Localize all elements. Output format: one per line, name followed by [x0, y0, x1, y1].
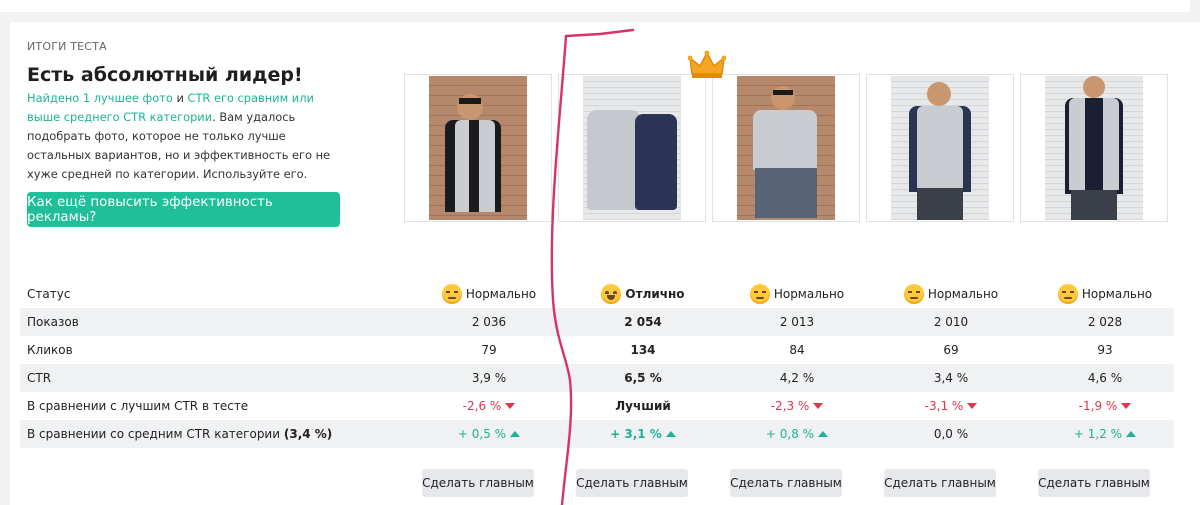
label-views: Показов: [27, 315, 79, 329]
status-cell: Отлично: [568, 284, 718, 304]
label-status: Статус: [27, 287, 71, 301]
vs-category-cell: 0,0 %: [933, 427, 969, 441]
photo-1-image: [429, 76, 527, 220]
triangle-up-icon: [510, 431, 521, 437]
photo-3-image: [737, 76, 835, 220]
neutral-face-icon: [903, 284, 924, 304]
status-cell: Нормально: [876, 284, 1026, 304]
triangle-up-icon: [665, 431, 676, 437]
triangle-down-icon: [967, 403, 978, 409]
row-status: Статус Нормально Отлично Нормально Норма…: [20, 280, 1174, 308]
top-bar: [0, 0, 1190, 12]
grinning-face-icon: [601, 284, 622, 304]
ctr-cell: 3,4 %: [933, 371, 969, 385]
photo-5-image: [1045, 76, 1143, 220]
row-clicks: Кликов 79 134 84 69 93: [20, 336, 1174, 364]
clicks-cell: 93: [1097, 343, 1113, 357]
test-results-card: ИТОГИ ТЕСТА Есть абсолютный лидер! Найде…: [10, 22, 1200, 505]
improve-ads-button[interactable]: Как ещё повысить эффективность рекламы?: [27, 192, 340, 227]
vs-category-cell: + 0,5 %: [414, 427, 564, 441]
status-cell: Нормально: [722, 284, 872, 304]
row-vs-category: В сравнении со средним CTR категории (3,…: [20, 420, 1174, 448]
neutral-face-icon: [1057, 284, 1078, 304]
section-headline: Есть абсолютный лидер!: [27, 64, 303, 86]
row-views: Показов 2 036 2 054 2 013 2 010 2 028: [20, 308, 1174, 336]
neutral-face-icon: [749, 284, 770, 304]
ctr-cell: 3,9 %: [471, 371, 507, 385]
clicks-cell: 69: [943, 343, 959, 357]
row-ctr: CTR 3,9 % 6,5 % 4,2 % 3,4 % 4,6 %: [20, 364, 1174, 392]
ctr-cell: 4,6 %: [1087, 371, 1123, 385]
make-main-button[interactable]: Сделать главным: [422, 469, 534, 497]
label-vs-best: В сравнении с лучшим CTR в тесте: [27, 399, 249, 413]
clicks-cell: 134: [630, 343, 656, 357]
neutral-face-icon: [441, 284, 462, 304]
views-cell: 2 036: [471, 315, 507, 329]
views-cell: 2 013: [779, 315, 815, 329]
vs-category-cell: + 1,2 %: [1030, 427, 1180, 441]
triangle-up-icon: [818, 431, 829, 437]
photo-5[interactable]: [1020, 74, 1168, 222]
category-ctr-value: (3,4 %): [283, 427, 333, 441]
label-clicks: Кликов: [27, 343, 73, 357]
section-eyebrow: ИТОГИ ТЕСТА: [27, 40, 107, 53]
label-ctr: CTR: [27, 371, 52, 385]
vs-best-cell: -2,3 %: [722, 399, 872, 413]
vs-best-cell: -2,6 %: [414, 399, 564, 413]
views-cell: 2 028: [1087, 315, 1123, 329]
ctr-cell: 4,2 %: [779, 371, 815, 385]
photo-2[interactable]: [558, 74, 706, 222]
make-main-button[interactable]: Сделать главным: [884, 469, 996, 497]
photo-3[interactable]: [712, 74, 860, 222]
vs-best-cell: -3,1 %: [876, 399, 1026, 413]
make-main-button[interactable]: Сделать главным: [1038, 469, 1150, 497]
status-cell: Нормально: [414, 284, 564, 304]
row-vs-best: В сравнении с лучшим CTR в тесте -2,6 % …: [20, 392, 1174, 420]
triangle-down-icon: [1121, 403, 1132, 409]
desc-and: и: [172, 91, 188, 105]
vs-category-cell: + 3,1 %: [568, 427, 718, 441]
photo-2-image: [583, 76, 681, 220]
photo-4[interactable]: [866, 74, 1014, 222]
crown-icon: [688, 50, 726, 78]
vs-best-cell: -1,9 %: [1030, 399, 1180, 413]
photo-4-image: [891, 76, 989, 220]
views-cell: 2 054: [624, 315, 662, 329]
ctr-cell: 6,5 %: [624, 371, 662, 385]
vs-best-cell: Лучший: [615, 399, 671, 413]
status-cell: Нормально: [1030, 284, 1180, 304]
make-main-button[interactable]: Сделать главным: [730, 469, 842, 497]
section-description: Найдено 1 лучшее фото и CTR его сравним …: [27, 89, 347, 184]
triangle-down-icon: [505, 403, 516, 409]
make-main-button[interactable]: Сделать главным: [576, 469, 688, 497]
views-cell: 2 010: [933, 315, 969, 329]
desc-highlight-1: Найдено 1 лучшее фото: [27, 91, 173, 105]
clicks-cell: 79: [481, 343, 497, 357]
label-vs-category: В сравнении со средним CTR категории (3,…: [27, 427, 333, 441]
clicks-cell: 84: [789, 343, 805, 357]
triangle-up-icon: [1126, 431, 1137, 437]
vs-category-cell: + 0,8 %: [722, 427, 872, 441]
triangle-down-icon: [813, 403, 824, 409]
photo-1[interactable]: [404, 74, 552, 222]
